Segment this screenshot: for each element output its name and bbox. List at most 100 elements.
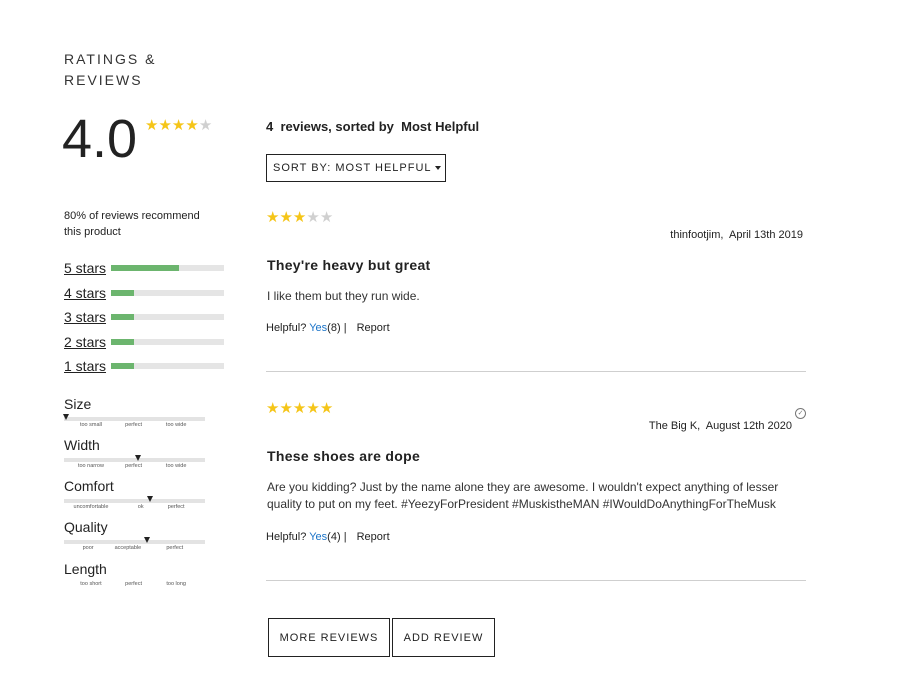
average-star-rating: ★ ★ ★ ★ ★ <box>145 118 212 133</box>
page-title: RATINGS & REVIEWS <box>64 51 157 88</box>
star-filled-icon: ★ <box>171 117 186 134</box>
review-meta: thinfootjim, April 13th 2019 <box>670 229 803 241</box>
star-filled-icon: ★ <box>145 117 159 134</box>
helpful-label: Helpful? <box>266 322 307 334</box>
review-date: April 13th 2019 <box>729 229 803 241</box>
rating-bar-fill <box>111 314 134 321</box>
report-link[interactable]: Report <box>357 322 390 334</box>
review-body: I like them but they run wide. <box>267 289 420 303</box>
add-review-button[interactable]: ADD REVIEW <box>392 618 495 657</box>
characteristic-track <box>64 537 205 544</box>
characteristic-marker <box>146 496 153 502</box>
characteristic-marker <box>63 414 70 420</box>
rating-bar-fill <box>111 265 179 272</box>
rating-breakdown-row[interactable]: 4 stars <box>64 281 224 306</box>
rating-bar <box>111 314 224 321</box>
scale-label-mid: perfect <box>125 581 142 587</box>
scale-label-low: too short <box>80 581 102 587</box>
helpful-yes-link[interactable]: Yes <box>309 322 327 334</box>
review-card: ★ ★ ★ ★ ★ ✓ The Big K, August 12th 2020 Thes… <box>266 401 806 551</box>
review-helpful: Helpful? Yes(4) | Report <box>266 531 390 543</box>
review-divider <box>266 580 806 581</box>
scale-label-mid: perfect <box>125 463 142 469</box>
rating-bar-fill <box>111 363 134 370</box>
star-filled-icon: ★ <box>306 400 320 417</box>
sorted-by-text: reviews, sorted by <box>280 119 394 134</box>
star-filled-icon: ★ <box>266 400 280 417</box>
rating-breakdown-row[interactable]: 3 stars <box>64 305 224 330</box>
review-date: August 12th 2020 <box>705 420 792 432</box>
star-filled-icon: ★ <box>158 117 172 134</box>
review-body: Are you kidding? Just by the name alone … <box>267 480 779 511</box>
helpful-label: Helpful? <box>266 531 307 543</box>
review-title: These shoes are dope <box>267 448 421 464</box>
sort-value-text: Most Helpful <box>401 119 480 134</box>
helpful-yes-count: (4) <box>327 531 341 543</box>
characteristic-track <box>63 414 205 421</box>
star-filled-icon: ★ <box>185 117 199 134</box>
characteristic-track <box>64 455 205 462</box>
characteristic-width: Width too narrow perfect too wide <box>64 437 206 473</box>
sort-dropdown[interactable]: SORT BY: MOST HELPFUL <box>266 154 446 182</box>
rating-filter-link[interactable]: 5 stars <box>64 260 111 276</box>
helpful-separator: | <box>343 322 347 334</box>
rating-breakdown-row[interactable]: 5 stars <box>64 256 224 281</box>
reviews-count-line: 4 reviews, sorted by Most Helpful <box>266 119 479 134</box>
review-author: thinfootjim, <box>670 229 724 241</box>
review-count: 4 <box>266 119 274 134</box>
review-title: They're heavy but great <box>267 257 431 273</box>
rating-bar <box>111 363 224 370</box>
rating-filter-link[interactable]: 2 stars <box>64 334 111 350</box>
report-link[interactable]: Report <box>357 531 390 543</box>
scale-label-mid: perfect <box>125 422 142 428</box>
characteristic-scale: too short perfect too long <box>64 581 206 591</box>
average-rating: 4.0 <box>62 109 138 169</box>
characteristic-comfort: Comfort uncomfortable ok perfect <box>64 478 206 514</box>
review-star-rating: ★ ★ ★ ★ ★ <box>266 401 333 416</box>
characteristic-name: Length <box>64 561 107 577</box>
characteristic-name: Comfort <box>64 478 114 494</box>
characteristic-marker <box>135 455 142 461</box>
characteristic-length: Length too short perfect too long <box>64 561 206 591</box>
caret-down-icon <box>434 166 441 170</box>
verified-check-icon: ✓ <box>795 408 806 419</box>
scale-label-mid: acceptable <box>114 545 142 551</box>
rating-filter-link[interactable]: 1 stars <box>64 358 111 374</box>
rating-bar-fill <box>111 338 134 345</box>
review-star-rating: ★ ★ ★ ★ ★ <box>266 210 333 225</box>
review-helpful: Helpful? Yes(8) | Report <box>266 322 390 334</box>
helpful-separator: | <box>343 531 347 543</box>
scale-label-low: too small <box>79 422 102 428</box>
characteristic-marker <box>143 537 150 543</box>
star-empty-icon: ★ <box>306 209 320 226</box>
rating-filter-link[interactable]: 4 stars <box>64 285 111 301</box>
rating-breakdown-row[interactable]: 1 stars <box>64 354 224 379</box>
scale-label-high: perfect <box>166 545 184 551</box>
rating-filter-link[interactable]: 3 stars <box>64 309 111 325</box>
more-reviews-button[interactable]: MORE REVIEWS <box>268 618 390 657</box>
helpful-yes-link[interactable]: Yes <box>309 531 327 543</box>
star-empty-icon: ★ <box>319 209 334 226</box>
rating-bar <box>111 265 224 272</box>
scale-label-low: poor <box>82 545 94 551</box>
review-author: The Big K, <box>648 420 701 432</box>
review-card: ★ ★ ★ ★ ★ thinfootjim, April 13th 2019 They'… <box>266 210 806 340</box>
scale-label-high: too wide <box>165 422 187 428</box>
scale-label-low: too narrow <box>77 463 104 469</box>
scale-label-high: too wide <box>165 463 187 469</box>
star-filled-icon: ★ <box>266 209 280 226</box>
scale-label-high: perfect <box>167 504 185 510</box>
review-meta: The Big K, August 12th 2020 <box>649 420 792 432</box>
star-filled-icon: ★ <box>279 209 293 226</box>
rating-breakdown: 5 stars 4 stars 3 stars 2 stars 1 stars <box>64 256 224 379</box>
recommend-text: 80% of reviews recommend this product <box>64 210 200 238</box>
characteristic-track <box>64 496 205 503</box>
characteristic-name: Quality <box>64 519 108 535</box>
helpful-yes-count: (8) <box>327 322 341 334</box>
scale-label-high: too long <box>166 581 186 587</box>
star-filled-icon: ★ <box>292 209 307 226</box>
characteristic-scale: poor acceptable perfect <box>64 545 206 555</box>
star-filled-icon: ★ <box>292 400 307 417</box>
rating-breakdown-row[interactable]: 2 stars <box>64 330 224 355</box>
star-filled-icon: ★ <box>279 400 293 417</box>
